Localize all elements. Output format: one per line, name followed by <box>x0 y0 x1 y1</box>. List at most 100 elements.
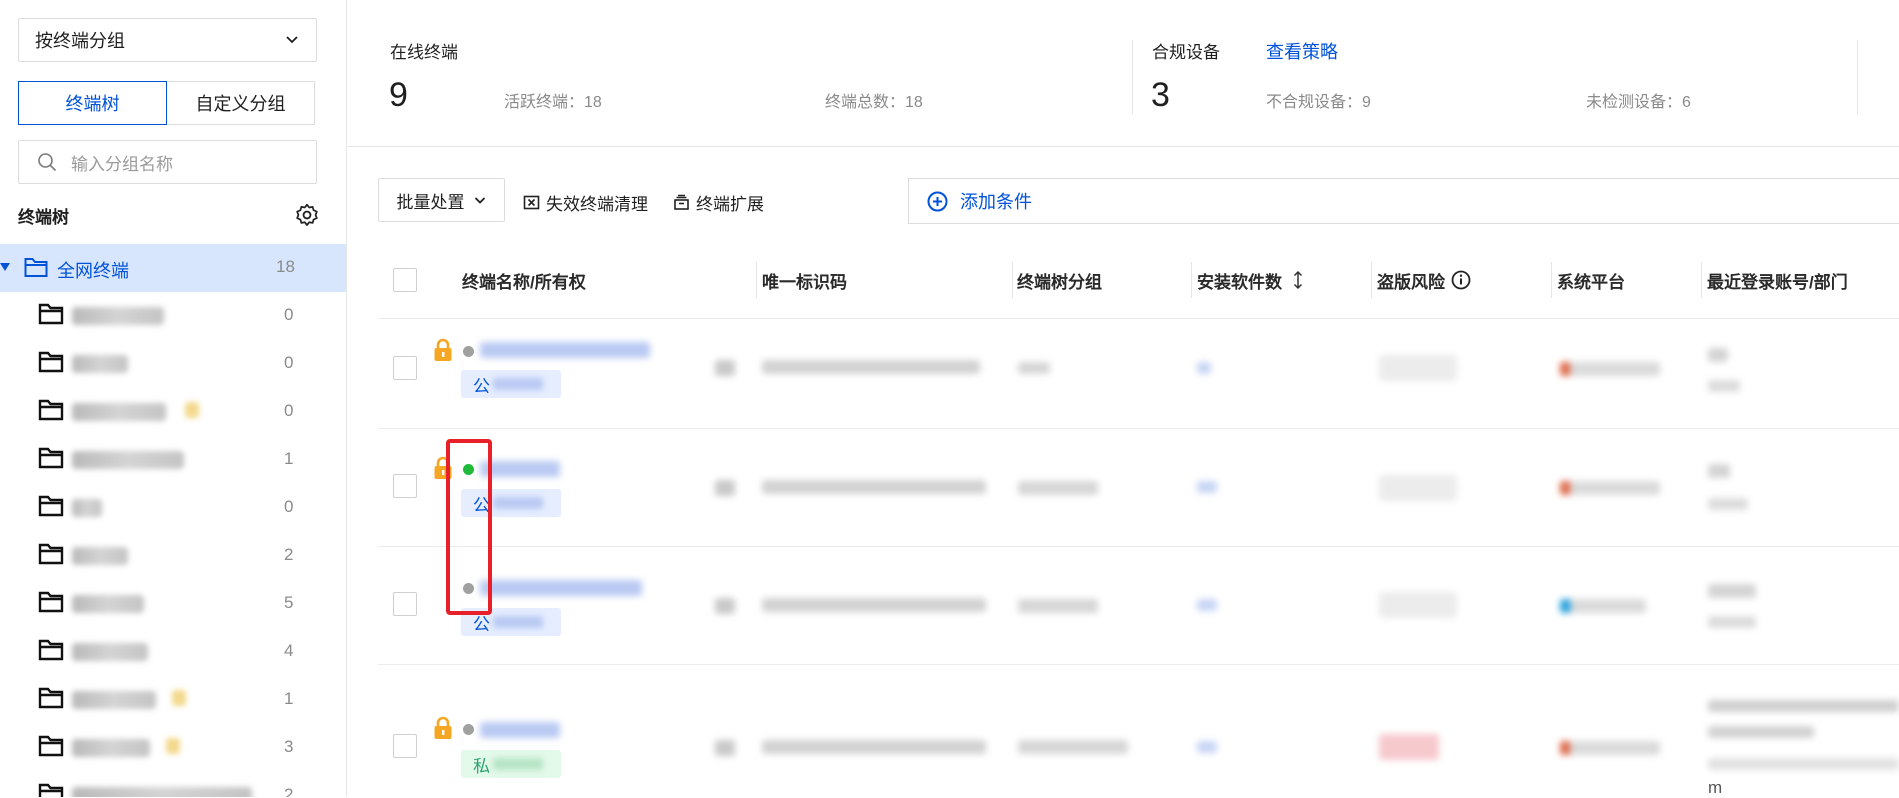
tree-node[interactable]: 0 <box>0 292 346 340</box>
folder-icon <box>38 591 64 613</box>
terminal-name-redacted[interactable] <box>480 580 642 596</box>
column-header-unique-id[interactable]: 唯一标识码 <box>762 268 847 292</box>
tree-node[interactable]: 2 <box>0 772 346 797</box>
offline-status-dot <box>463 724 474 735</box>
folder-icon <box>38 639 64 661</box>
tree-node-count: 1 <box>284 689 294 708</box>
group-search-input[interactable]: 输入分组名称 <box>18 140 317 184</box>
status-highlight-box <box>446 439 492 615</box>
table-divider <box>378 318 1899 319</box>
terminal-name-redacted[interactable] <box>480 342 650 358</box>
caret-down-icon[interactable] <box>0 263 10 271</box>
row-checkbox[interactable] <box>393 474 417 498</box>
select-all-checkbox[interactable] <box>393 268 417 292</box>
device-icon-redacted <box>715 360 735 376</box>
owner-tag-private: 私 <box>461 750 561 778</box>
login-dept-redacted <box>1708 616 1756 628</box>
folder-icon <box>38 543 64 565</box>
tree-node[interactable]: 3 <box>0 724 346 772</box>
login-dept-fragment: m <box>1708 778 1723 797</box>
row-checkbox[interactable] <box>393 734 417 758</box>
tree-node[interactable]: 5 <box>0 580 346 628</box>
plus-circle-icon <box>927 191 948 211</box>
folder-icon <box>38 303 64 325</box>
column-divider <box>1371 262 1372 298</box>
piracy-risk-label: 盗版风险 <box>1377 272 1445 292</box>
batch-action-label: 批量处置 <box>396 192 465 212</box>
software-count-redacted <box>1197 741 1217 753</box>
platform-redacted <box>1560 481 1660 495</box>
tree-node[interactable]: 1 <box>0 436 346 484</box>
tree-node[interactable]: 1 <box>0 676 346 724</box>
active-terminals-stat: 活跃终端：18 <box>504 94 602 111</box>
column-divider <box>1012 262 1013 298</box>
owner-tag-redacted <box>493 378 543 390</box>
row-checkbox[interactable] <box>393 356 417 380</box>
folder-icon <box>38 495 64 517</box>
tree-node[interactable]: 4 <box>0 628 346 676</box>
software-count-redacted <box>1197 481 1217 493</box>
lock-icon <box>434 716 452 739</box>
column-header-tree-group[interactable]: 终端树分组 <box>1017 268 1102 292</box>
terminal-name-redacted[interactable] <box>480 461 560 477</box>
tree-node[interactable]: 0 <box>0 484 346 532</box>
offline-status-dot <box>463 346 474 357</box>
tree-node-name-redacted <box>72 355 128 373</box>
column-divider <box>1551 262 1552 298</box>
login-account-redacted <box>1708 348 1728 362</box>
compliant-devices-label: 合规设备 <box>1152 43 1220 62</box>
sort-icon[interactable] <box>1292 271 1304 289</box>
tab-custom-group[interactable]: 自定义分组 <box>167 81 315 125</box>
table-divider <box>378 546 1899 547</box>
tree-node-count: 4 <box>284 641 294 660</box>
tree-node-name-redacted <box>72 499 102 517</box>
invalid-terminal-cleanup-button[interactable]: 失效终端清理 <box>523 190 648 215</box>
tree-node-name-redacted <box>72 643 148 661</box>
tree-group-redacted <box>1018 599 1098 613</box>
tab-terminal-tree[interactable]: 终端树 <box>18 81 167 125</box>
tree-group-redacted <box>1018 481 1098 495</box>
column-header-piracy-risk[interactable]: 盗版风险 <box>1377 268 1471 292</box>
total-terminals-stat: 终端总数：18 <box>825 94 923 111</box>
owner-tag-text: 私 <box>473 756 490 776</box>
tree-node-root[interactable]: 全网终端 18 <box>0 244 346 292</box>
tree-group-redacted <box>1018 362 1050 374</box>
platform-redacted <box>1560 599 1646 613</box>
tree-node[interactable]: 2 <box>0 532 346 580</box>
tree-node-name-redacted <box>72 691 156 709</box>
tree-node-count: 3 <box>284 737 294 756</box>
tree-node[interactable]: 0 <box>0 388 346 436</box>
platform-redacted <box>1560 741 1660 755</box>
row-checkbox[interactable] <box>393 592 417 616</box>
terminal-name-redacted[interactable] <box>480 722 560 738</box>
add-condition-label: 添加条件 <box>960 192 1032 212</box>
tree-node-count: 2 <box>284 785 294 797</box>
piracy-risk-redacted <box>1379 355 1457 381</box>
column-header-software-count[interactable]: 安装软件数 <box>1197 268 1304 292</box>
tree-node-name-redacted <box>72 787 252 797</box>
batch-action-dropdown[interactable]: 批量处置 <box>378 178 505 222</box>
column-header-last-login[interactable]: 最近登录账号/部门 <box>1707 268 1848 292</box>
column-header-terminal-name[interactable]: 终端名称/所有权 <box>462 268 586 292</box>
tree-node[interactable]: 0 <box>0 340 346 388</box>
device-icon-redacted <box>715 598 735 614</box>
stats-panel: 在线终端 9 活跃终端：18 终端总数：18 合规设备 查看策略 3 不合规设备… <box>348 0 1899 147</box>
undetected-devices-stat: 未检测设备：6 <box>1586 94 1691 111</box>
terminal-extension-button[interactable]: 终端扩展 <box>673 190 764 215</box>
compliant-devices-value: 3 <box>1151 76 1170 114</box>
owner-tag-redacted <box>493 616 543 628</box>
login-account-redacted <box>1708 700 1899 712</box>
owner-tag-public: 公 <box>461 370 561 398</box>
gear-icon[interactable] <box>294 202 320 228</box>
view-policy-link[interactable]: 查看策略 <box>1266 38 1338 64</box>
tree-node-badge-redacted <box>166 738 180 754</box>
tree-node-name-redacted <box>72 595 144 613</box>
column-header-platform[interactable]: 系统平台 <box>1557 268 1625 292</box>
search-icon <box>38 153 57 172</box>
login-account-redacted <box>1708 726 1814 738</box>
login-dept-redacted <box>1708 380 1740 392</box>
add-condition-button[interactable]: 添加条件 <box>908 178 1899 224</box>
login-dept-redacted <box>1708 498 1748 510</box>
group-mode-select[interactable]: 按终端分组 <box>18 18 317 62</box>
info-icon[interactable] <box>1451 270 1471 290</box>
